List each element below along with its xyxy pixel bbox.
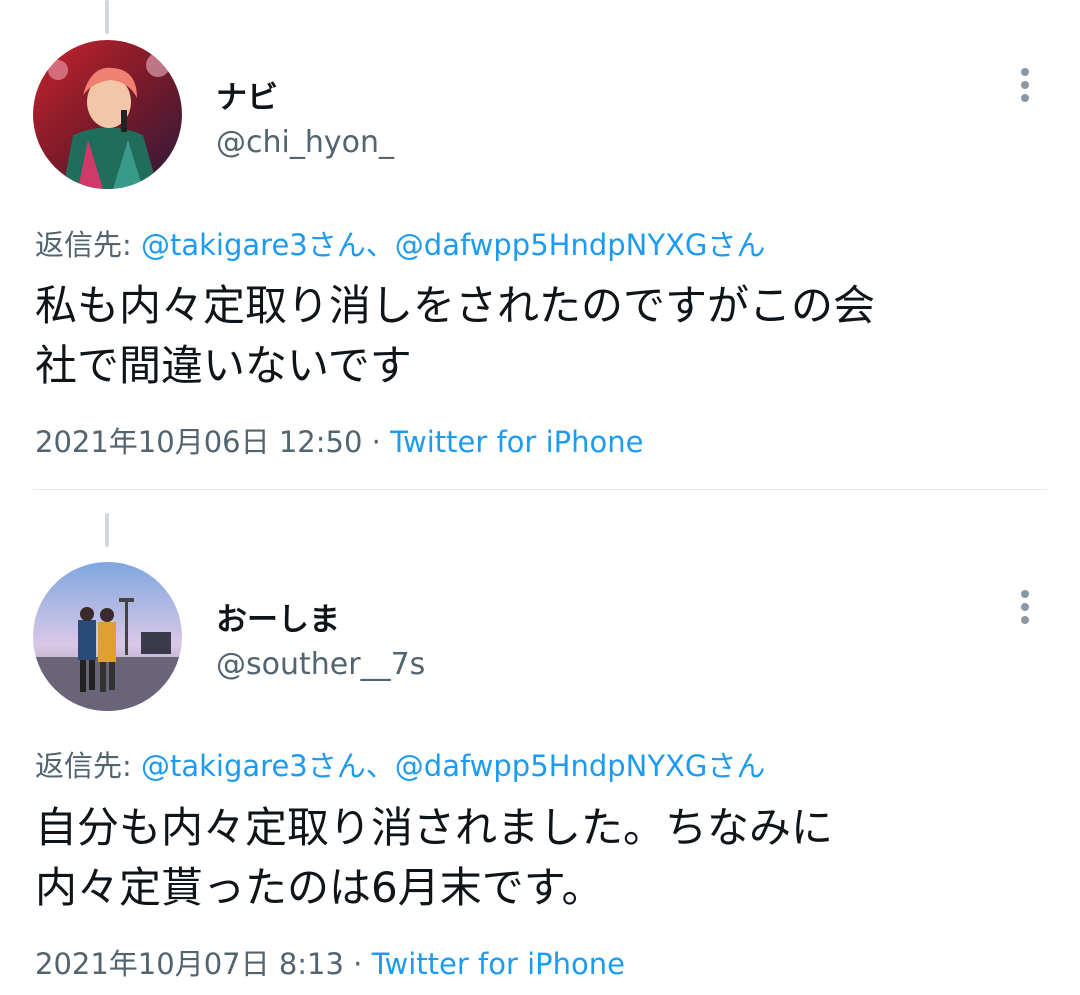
user-avatar[interactable] (33, 562, 182, 711)
meta-separator: · (362, 425, 391, 459)
tweet-meta: 2021年10月06日 12:50 · Twitter for iPhone (35, 419, 643, 461)
meta-separator: · (343, 947, 372, 981)
reply-mention-link[interactable]: @takigare3さん (141, 749, 366, 783)
reply-to-line: 返信先: @takigare3さん、@dafwpp5HndpNYXGさん (35, 222, 765, 264)
reply-to-label: 返信先: (35, 228, 141, 262)
user-handle[interactable]: @chi_hyon_ (216, 125, 394, 160)
more-options-icon[interactable] (1010, 66, 1040, 106)
reply-separator: 、 (365, 749, 395, 783)
reply-mention-link[interactable]: @takigare3さん (141, 228, 366, 262)
tweet-source-link[interactable]: Twitter for iPhone (372, 947, 625, 981)
reply-mention-link[interactable]: @dafwpp5HndpNYXGさん (395, 228, 766, 262)
reply-separator: 、 (365, 228, 395, 262)
avatar-image (33, 40, 182, 189)
tweet-timestamp[interactable]: 2021年10月07日 8:13 (35, 947, 344, 981)
reply-to-line: 返信先: @takigare3さん、@dafwpp5HndpNYXGさん (35, 743, 765, 785)
user-handle[interactable]: @souther__7s (216, 647, 425, 682)
thread-connector-line (105, 0, 109, 34)
display-name[interactable]: ナビ (216, 72, 278, 117)
reply-to-label: 返信先: (35, 749, 141, 783)
more-options-icon[interactable] (1010, 588, 1040, 628)
reply-mention-link[interactable]: @dafwpp5HndpNYXGさん (395, 749, 766, 783)
thread-connector-line (105, 513, 109, 547)
tweet-meta: 2021年10月07日 8:13 · Twitter for iPhone (35, 941, 625, 983)
user-avatar[interactable] (33, 40, 182, 189)
tweet-source-link[interactable]: Twitter for iPhone (390, 425, 643, 459)
display-name[interactable]: おーしま (216, 594, 340, 639)
avatar-image (33, 562, 182, 711)
tweet-body-text: 自分も内々定取り消されました。ちなみに 内々定貰ったのは6月末です。 (35, 803, 834, 912)
tweet-timestamp[interactable]: 2021年10月06日 12:50 (35, 425, 362, 459)
tweet-divider (33, 489, 1047, 490)
tweet-body-text: 私も内々定取り消しをされたのですがこの会 社で間違いないです (35, 281, 876, 390)
